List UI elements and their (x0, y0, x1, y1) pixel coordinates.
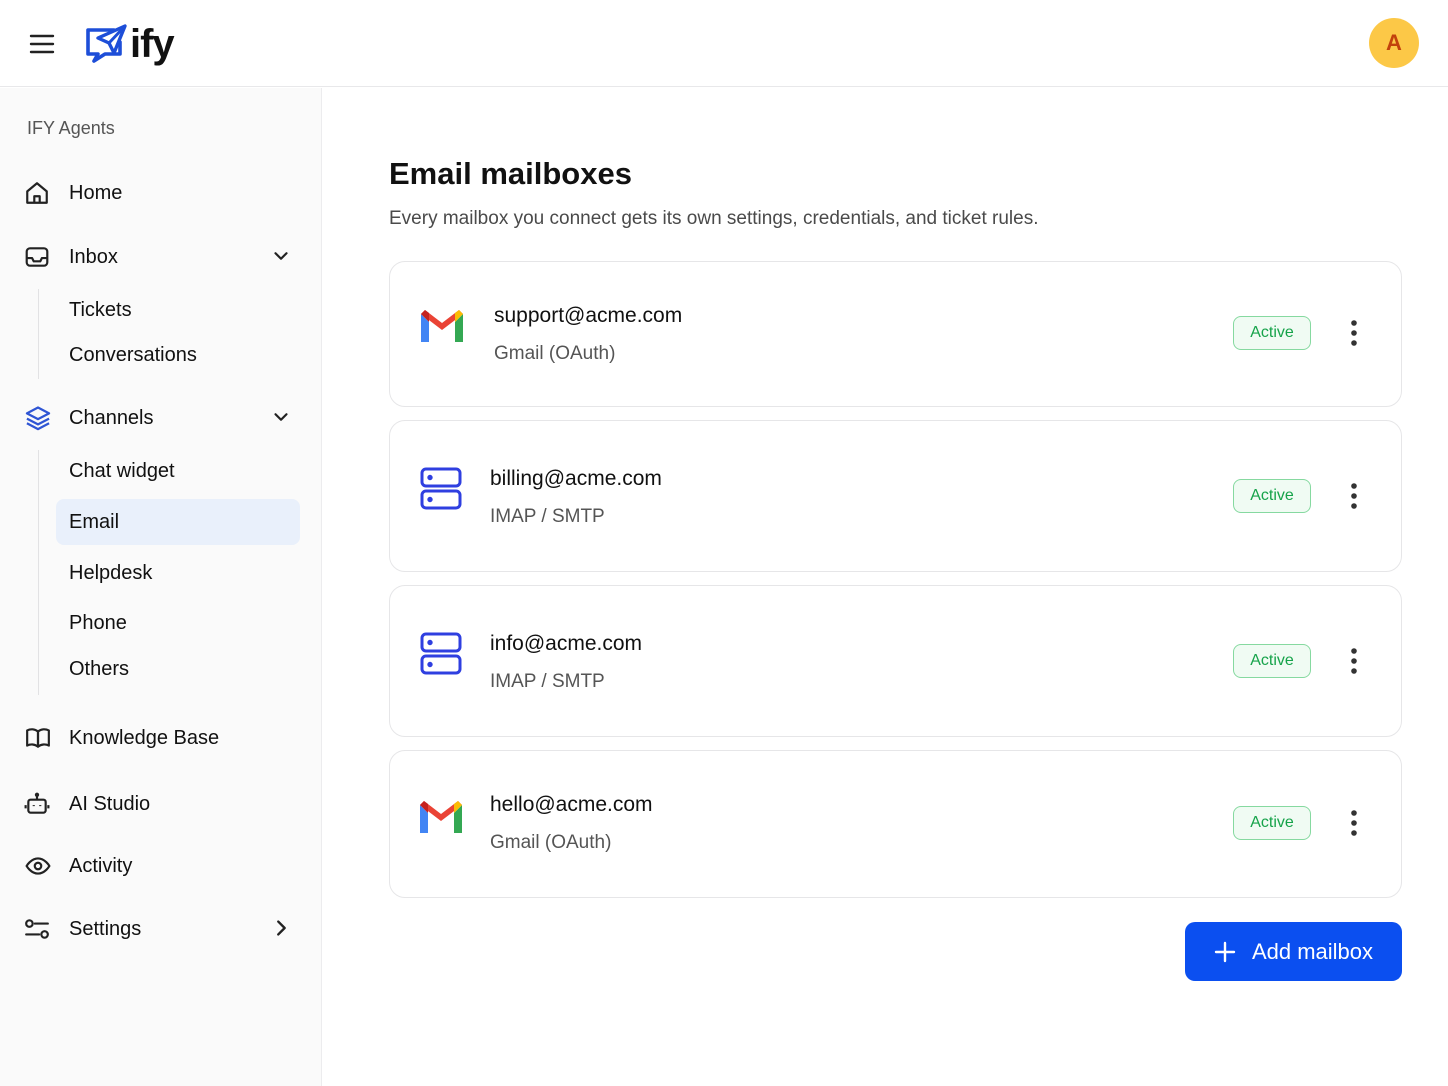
page-title: Email mailboxes (389, 156, 632, 191)
logo-chat-send-icon (86, 24, 127, 63)
home-icon (24, 179, 58, 207)
channels-tree-line (38, 450, 39, 695)
sidebar-item-tickets[interactable]: Tickets (56, 287, 300, 333)
sidebar-item-channels[interactable]: Channels (22, 396, 302, 440)
chevron-right-icon[interactable] (270, 917, 292, 939)
sidebar-item-label: Home (69, 181, 123, 204)
book-icon (24, 724, 58, 752)
inbox-icon (24, 243, 58, 271)
plus-icon (1214, 941, 1236, 963)
sidebar-item-ai-studio[interactable]: AI Studio (22, 782, 302, 826)
page-subtitle: Every mailbox you connect gets its own s… (389, 208, 1039, 229)
sidebar-item-phone[interactable]: Phone (56, 600, 300, 646)
sidebar-item-label: Settings (69, 917, 142, 940)
status-badge: Active (1233, 316, 1311, 350)
mailbox-card[interactable]: hello@acme.com Gmail (OAuth) Active (389, 750, 1402, 898)
mailbox-card[interactable]: info@acme.com IMAP / SMTP Active (389, 585, 1402, 737)
sidebar-item-inbox[interactable]: Inbox (22, 235, 302, 279)
gmail-icon (417, 306, 473, 354)
mailbox-type: IMAP / SMTP (490, 506, 605, 527)
mailbox-email: info@acme.com (490, 632, 643, 655)
more-options-icon[interactable] (1340, 806, 1368, 840)
mailbox-card[interactable]: billing@acme.com IMAP / SMTP Active (389, 420, 1402, 572)
sidebar-item-settings[interactable]: Settings (22, 907, 302, 951)
sidebar-item-label: Email (69, 510, 120, 533)
gmail-icon (416, 797, 472, 845)
sidebar-item-label: Channels (69, 406, 154, 429)
mailbox-card[interactable]: support@acme.com Gmail (OAuth) Active (389, 261, 1402, 407)
sidebar-item-label: Phone (69, 611, 127, 634)
main-content: Email mailboxes Every mailbox you connec… (323, 88, 1448, 1086)
sliders-icon (24, 915, 58, 943)
mailbox-type: IMAP / SMTP (490, 671, 605, 692)
sidebar-item-knowledge-base[interactable]: Knowledge Base (22, 716, 302, 760)
top-bar: ify A (0, 0, 1448, 87)
server-icon (420, 632, 476, 680)
chevron-down-icon[interactable] (270, 406, 292, 428)
server-icon (420, 467, 476, 515)
sidebar-item-label: Knowledge Base (69, 726, 220, 749)
mailbox-type: Gmail (OAuth) (490, 832, 612, 853)
sidebar-item-label: Helpdesk (69, 561, 153, 584)
add-mailbox-label: Add mailbox (1251, 938, 1374, 964)
sidebar: IFY Agents Home Inbox Tickets Conversati… (0, 88, 322, 1086)
eye-icon (24, 852, 58, 880)
sidebar-item-label: AI Studio (69, 792, 151, 815)
more-options-icon[interactable] (1340, 644, 1368, 678)
logo-text: ify (130, 22, 175, 66)
sidebar-item-others[interactable]: Others (56, 646, 300, 692)
mailbox-type: Gmail (OAuth) (494, 343, 616, 364)
sidebar-item-conversations[interactable]: Conversations (56, 332, 300, 378)
chevron-down-icon[interactable] (270, 245, 292, 267)
app-logo[interactable]: ify (82, 22, 175, 66)
sidebar-item-helpdesk[interactable]: Helpdesk (56, 550, 300, 596)
sidebar-item-label: Conversations (69, 343, 197, 366)
mailbox-email: hello@acme.com (490, 793, 653, 816)
sidebar-item-label: Others (69, 657, 130, 680)
add-mailbox-button[interactable]: Add mailbox (1185, 922, 1402, 981)
mailbox-email: billing@acme.com (490, 467, 662, 490)
robot-icon (24, 790, 58, 818)
sidebar-item-label: Inbox (69, 245, 118, 268)
inbox-tree-line (38, 289, 39, 379)
sidebar-section-label: IFY Agents (27, 118, 115, 138)
status-badge: Active (1233, 806, 1311, 840)
layers-icon (24, 404, 58, 432)
status-badge: Active (1233, 479, 1311, 513)
sidebar-item-label: Tickets (69, 298, 132, 321)
sidebar-item-label: Chat widget (69, 459, 175, 482)
sidebar-item-activity[interactable]: Activity (22, 844, 302, 888)
sidebar-item-email[interactable]: Email (56, 499, 300, 545)
hamburger-menu-icon[interactable] (28, 32, 56, 56)
status-badge: Active (1233, 644, 1311, 678)
more-options-icon[interactable] (1340, 479, 1368, 513)
more-options-icon[interactable] (1340, 316, 1368, 350)
sidebar-item-chat-widget[interactable]: Chat widget (56, 448, 300, 494)
sidebar-item-label: Activity (69, 854, 133, 877)
mailbox-email: support@acme.com (494, 304, 683, 327)
avatar[interactable]: A (1369, 18, 1419, 68)
sidebar-item-home[interactable]: Home (22, 171, 302, 215)
